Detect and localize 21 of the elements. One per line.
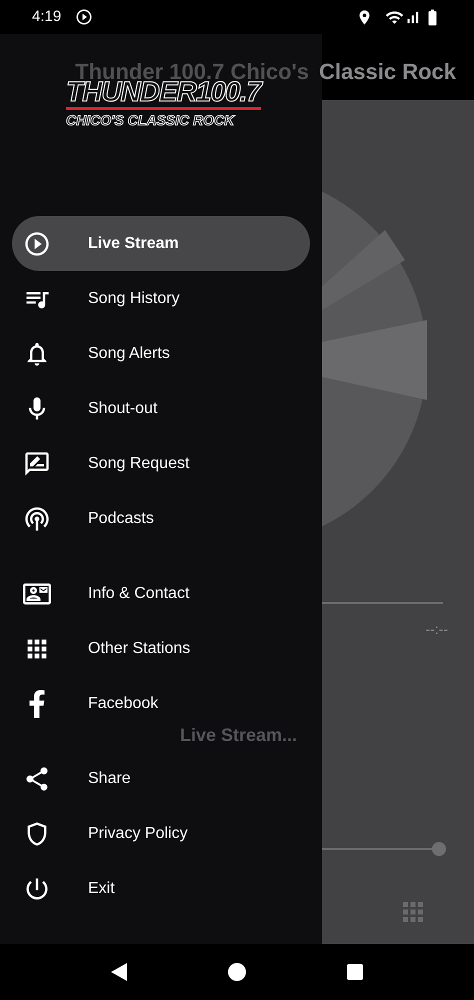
- drawer-item[interactable]: Exit: [12, 861, 310, 916]
- drawer-item[interactable]: Live Stream: [12, 216, 310, 271]
- recents-icon[interactable]: [347, 964, 364, 980]
- stream-status: Live Stream...: [180, 724, 298, 747]
- home-icon[interactable]: [228, 963, 246, 981]
- drawer-item[interactable]: Song Alerts: [12, 326, 310, 381]
- drawer-item[interactable]: Privacy Policy: [12, 806, 310, 861]
- time-label: --:--: [425, 620, 448, 639]
- drawer-item[interactable]: Song History: [12, 271, 310, 326]
- back-icon[interactable]: [110, 963, 127, 981]
- drawer-item[interactable]: Song Request: [12, 436, 310, 491]
- drawer-item[interactable]: Other Stations: [12, 621, 310, 676]
- drawer-item[interactable]: Podcasts: [12, 491, 310, 546]
- message-edit-icon: [23, 450, 51, 478]
- app-title: Classic Rock: [319, 58, 456, 86]
- drawer-item[interactable]: Share: [12, 751, 310, 806]
- volume-thumb[interactable]: [432, 842, 446, 856]
- clock: 4:19: [32, 6, 62, 27]
- drawer-item[interactable]: Shout-out: [12, 381, 310, 436]
- drawer-item[interactable]: Info & Contact: [12, 566, 310, 621]
- podcast-icon: [23, 504, 51, 532]
